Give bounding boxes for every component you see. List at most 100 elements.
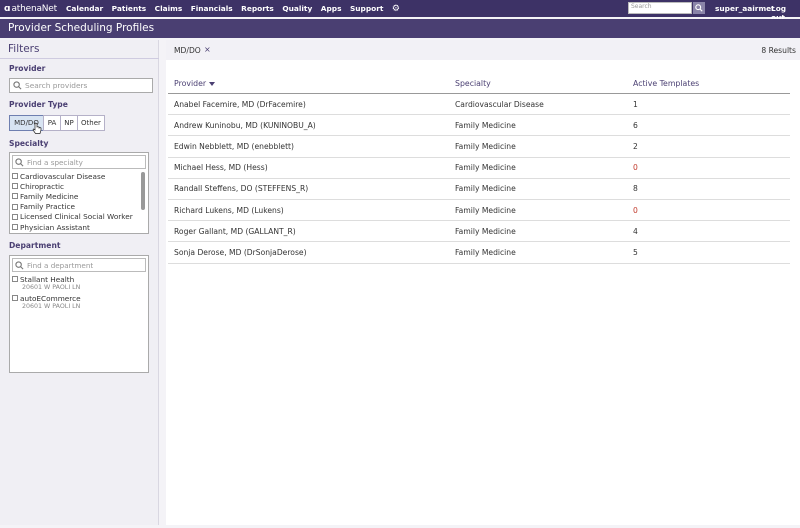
- department-items: Stallant Health 20601 W PAOLI LN autoEComm…: [10, 274, 148, 312]
- active-templates-cell: 2: [633, 141, 638, 151]
- filter-chip-label: MD/DO: [174, 46, 201, 55]
- department-search-input[interactable]: Find a department: [12, 258, 146, 272]
- department-name: autoECommerce: [20, 293, 81, 303]
- specialty-cell: Family Medicine: [455, 226, 516, 236]
- table-row[interactable]: Sonja Derose, MD (DrSonjaDerose) Family M…: [168, 242, 790, 264]
- specialty-cell: Family Medicine: [455, 141, 516, 151]
- specialty-item[interactable]: Family Medicine: [10, 191, 148, 201]
- nav-item-reports[interactable]: Reports: [241, 4, 274, 13]
- column-header-provider[interactable]: Provider: [168, 79, 449, 88]
- provider-cell: Michael Hess, MD (Hess): [174, 163, 268, 173]
- mouse-cursor-icon: [32, 122, 42, 134]
- specialty-cell: Cardiovascular Disease: [455, 99, 544, 109]
- department-name: Stallant Health: [20, 274, 75, 284]
- specialty-cell: Family Medicine: [455, 247, 516, 257]
- provider-cell: Sonja Derose, MD (DrSonjaDerose): [174, 247, 307, 257]
- nav-item-patients[interactable]: Patients: [112, 4, 146, 13]
- nav-item-apps[interactable]: Apps: [321, 4, 342, 13]
- specialty-items: Cardiovascular Disease Chiropractic Family…: [10, 171, 148, 232]
- nav-item-financials[interactable]: Financials: [191, 4, 233, 13]
- specialty-label: Specialty: [9, 139, 49, 148]
- checkbox[interactable]: [12, 203, 18, 210]
- checkbox[interactable]: [12, 193, 18, 200]
- nav-menu: Calendar Patients Claims Financials Reports Q…: [66, 4, 392, 13]
- column-header-active-templates[interactable]: Active Templates: [627, 79, 787, 88]
- results-count: 8 Results: [761, 46, 796, 55]
- close-icon[interactable]: ×: [204, 45, 211, 54]
- specialty-cell: Family Medicine: [455, 163, 516, 173]
- providers-table: Provider Specialty Active Templates Anab…: [168, 74, 790, 264]
- specialty-search-input[interactable]: Find a specialty: [12, 155, 146, 169]
- department-address: 20601 W PAOLI LN: [22, 303, 81, 311]
- provider-cell: Andrew Kuninobu, MD (KUNINOBU_A): [174, 120, 316, 130]
- table-body: Anabel Facemire, MD (DrFacemire) Cardiova…: [168, 94, 790, 264]
- active-templates-cell: 8: [633, 184, 638, 194]
- specialty-search-placeholder: Find a specialty: [27, 157, 83, 167]
- specialty-item[interactable]: Physician Assistant: [10, 222, 148, 232]
- active-templates-cell: 6: [633, 120, 638, 130]
- search-icon: [695, 4, 703, 12]
- specialty-item-label: Licensed Clinical Social Worker: [20, 212, 133, 222]
- specialty-item[interactable]: Licensed Clinical Social Worker: [10, 212, 148, 222]
- specialty-item-label: Chiropractic: [20, 181, 65, 191]
- active-filter-bar: MD/DO × 8 Results: [166, 40, 800, 60]
- sort-desc-icon: [209, 82, 216, 86]
- department-item[interactable]: autoECommerce: [10, 293, 148, 303]
- table-row[interactable]: Edwin Nebblett, MD (enebblett) Family Med…: [168, 136, 790, 158]
- active-templates-cell: 0: [633, 205, 638, 215]
- checkbox[interactable]: [12, 276, 18, 283]
- department-label: Department: [9, 241, 61, 250]
- filters-divider: [0, 58, 159, 59]
- specialty-cell: Family Medicine: [455, 184, 516, 194]
- specialty-item-label: Cardiovascular Disease: [20, 171, 106, 181]
- main-content: MD/DO × 8 Results Provider Specialty Act…: [166, 40, 800, 525]
- department-list: Find a department Stallant Health 20601 W…: [9, 255, 149, 373]
- department-search-placeholder: Find a department: [27, 260, 94, 270]
- checkbox[interactable]: [12, 295, 18, 302]
- checkbox[interactable]: [12, 183, 18, 190]
- provider-cell: Richard Lukens, MD (Lukens): [174, 205, 284, 215]
- active-templates-cell: 4: [633, 226, 638, 236]
- nav-item-calendar[interactable]: Calendar: [66, 4, 103, 13]
- column-header-specialty[interactable]: Specialty: [449, 79, 627, 88]
- provider-type-pa-button[interactable]: PA: [43, 115, 61, 131]
- provider-type-np-button[interactable]: NP: [60, 115, 78, 131]
- provider-type-other-button[interactable]: Other: [77, 115, 105, 131]
- specialty-item[interactable]: Cardiovascular Disease: [10, 171, 148, 181]
- specialty-item-label: Family Medicine: [20, 191, 79, 201]
- specialty-scrollbar[interactable]: [141, 172, 145, 210]
- title-bar: Provider Scheduling Profiles: [0, 19, 800, 38]
- top-search-input[interactable]: Search: [628, 2, 692, 14]
- checkbox[interactable]: [12, 173, 18, 180]
- table-row[interactable]: Richard Lukens, MD (Lukens) Family Medici…: [168, 200, 790, 222]
- table-row[interactable]: Michael Hess, MD (Hess) Family Medicine 0: [168, 158, 790, 179]
- table-row[interactable]: Anabel Facemire, MD (DrFacemire) Cardiova…: [168, 94, 790, 116]
- specialty-list: Find a specialty Cardiovascular Disease C…: [9, 152, 149, 234]
- top-search-button[interactable]: [693, 2, 705, 14]
- nav-item-claims[interactable]: Claims: [155, 4, 183, 13]
- table-header: Provider Specialty Active Templates: [168, 74, 790, 94]
- table-row[interactable]: Randall Steffens, DO (STEFFENS_R) Family …: [168, 179, 790, 200]
- athenanet-logo[interactable]: ɑ athenaNet: [4, 4, 66, 14]
- active-templates-cell: 5: [633, 247, 638, 257]
- checkbox[interactable]: [12, 224, 18, 231]
- provider-label: Provider: [9, 64, 46, 73]
- table-row[interactable]: Andrew Kuninobu, MD (KUNINOBU_A) Family M…: [168, 115, 790, 137]
- table-row[interactable]: Roger Gallant, MD (GALLANT_R) Family Medi…: [168, 221, 790, 243]
- department-item[interactable]: Stallant Health: [10, 274, 148, 284]
- specialty-cell: Family Medicine: [455, 120, 516, 130]
- user-name-link[interactable]: super_aairmet: [715, 4, 775, 13]
- provider-type-toggle: MD/DO PA NP Other: [9, 115, 105, 131]
- gear-icon[interactable]: ⚙: [392, 4, 400, 14]
- logo-text: athenaNet: [11, 3, 57, 14]
- provider-type-label: Provider Type: [9, 100, 68, 109]
- checkbox[interactable]: [12, 213, 18, 220]
- provider-search-input[interactable]: Search providers: [9, 78, 153, 93]
- specialty-item[interactable]: Family Practice: [10, 202, 148, 212]
- nav-item-quality[interactable]: Quality: [282, 4, 312, 13]
- specialty-item[interactable]: Chiropractic: [10, 181, 148, 191]
- nav-item-support[interactable]: Support: [350, 4, 383, 13]
- active-templates-cell: 0: [633, 163, 638, 173]
- active-templates-cell: 1: [633, 99, 638, 109]
- page-title: Provider Scheduling Profiles: [8, 22, 155, 34]
